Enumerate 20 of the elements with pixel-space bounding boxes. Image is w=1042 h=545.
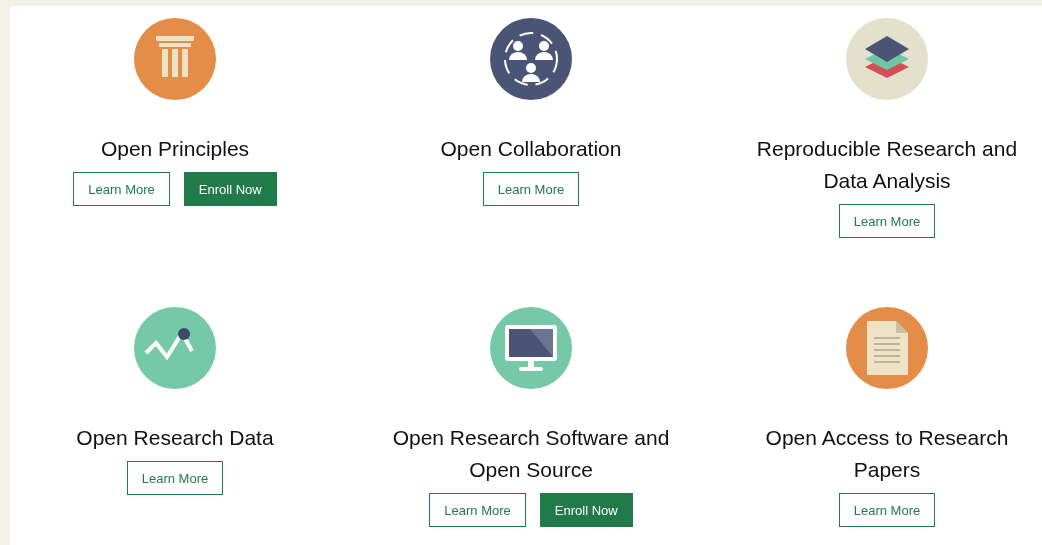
learn-more-button[interactable]: Learn More	[838, 204, 936, 238]
line-chart-icon	[134, 307, 216, 389]
document-icon	[846, 307, 928, 389]
learn-more-button[interactable]: Learn More	[73, 172, 170, 206]
course-title: Open Principles	[99, 136, 251, 162]
course-title: Reproducible Research and Data Analysis	[755, 136, 1019, 194]
monitor-icon	[490, 307, 572, 389]
learn-more-button[interactable]: Learn More	[838, 493, 936, 527]
enroll-button[interactable]: Enroll Now	[539, 493, 633, 527]
course-title: Open Research Software and Open Source	[391, 425, 671, 483]
course-title: Open Collaboration	[439, 136, 623, 162]
course-title: Open Access to Research Papers	[764, 425, 1010, 483]
people-icon	[490, 18, 572, 100]
learn-more-button[interactable]: Learn More	[126, 461, 224, 495]
layers-icon	[846, 18, 928, 100]
pillar-icon	[134, 18, 216, 100]
enroll-button[interactable]: Enroll Now	[183, 172, 277, 206]
learn-more-button[interactable]: Learn More	[482, 172, 580, 206]
learn-more-button[interactable]: Learn More	[429, 493, 526, 527]
course-title: Open Research Data	[75, 425, 275, 451]
